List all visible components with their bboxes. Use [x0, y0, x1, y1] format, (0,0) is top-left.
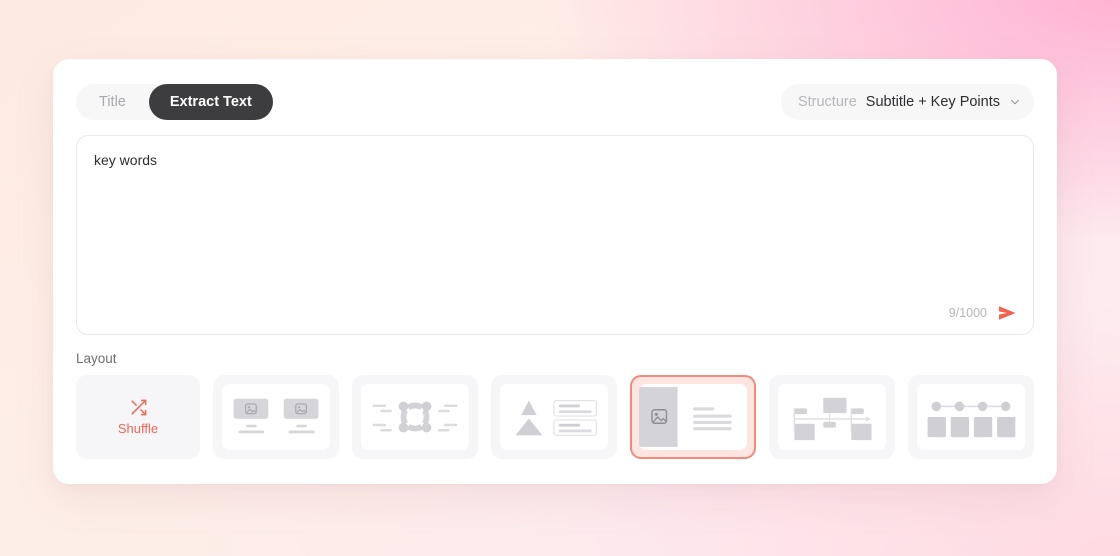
structure-value: Subtitle + Key Points — [865, 94, 1000, 110]
layout-timeline-flow[interactable] — [769, 375, 895, 459]
layout-thumbnail — [361, 384, 469, 450]
layout-thumbnail — [500, 384, 608, 450]
layout-thumbnail — [917, 384, 1025, 450]
tab-group: Title Extract Text — [76, 84, 273, 120]
chevron-down-icon — [1010, 97, 1019, 106]
send-arrow-icon[interactable] — [996, 303, 1018, 323]
milestone-bars-icon — [927, 401, 1016, 438]
layout-section-title: Layout — [76, 351, 117, 366]
layout-thumbnail — [222, 384, 330, 450]
layout-thumbnail — [778, 384, 886, 450]
layout-thumbnail — [639, 384, 747, 450]
layout-two-image-cards[interactable] — [213, 375, 339, 459]
shuffle-button[interactable]: Shuffle — [76, 375, 200, 459]
layout-milestone-bars[interactable] — [908, 375, 1034, 459]
pyramid-list-icon — [515, 400, 598, 436]
editor-input-value[interactable]: key words — [94, 151, 1016, 171]
text-editor[interactable]: key words 9/1000 — [76, 135, 1034, 335]
main-panel: Title Extract Text Structure Subtitle + … — [53, 59, 1057, 484]
layout-radial-diagram[interactable] — [352, 375, 478, 459]
layout-image-left-text-right[interactable] — [630, 375, 756, 459]
structure-dropdown[interactable]: Structure Subtitle + Key Points — [780, 84, 1034, 120]
two-image-cards-icon — [233, 398, 319, 434]
image-left-text-right-icon — [639, 387, 732, 447]
layout-options-row: Shuffle — [76, 375, 1034, 459]
character-counter: 9/1000 — [948, 306, 987, 320]
shuffle-icon — [129, 398, 148, 417]
editor-footer: 9/1000 — [949, 303, 1018, 323]
timeline-flow-icon — [793, 397, 872, 441]
layout-pyramid-list[interactable] — [491, 375, 617, 459]
radial-diagram-icon — [372, 401, 458, 433]
shuffle-label: Shuffle — [117, 421, 159, 436]
tab-title[interactable]: Title — [76, 84, 149, 120]
structure-label: Structure — [797, 94, 857, 110]
tab-extract-text[interactable]: Extract Text — [148, 84, 273, 120]
header-row: Title Extract Text Structure Subtitle + … — [76, 84, 1034, 120]
